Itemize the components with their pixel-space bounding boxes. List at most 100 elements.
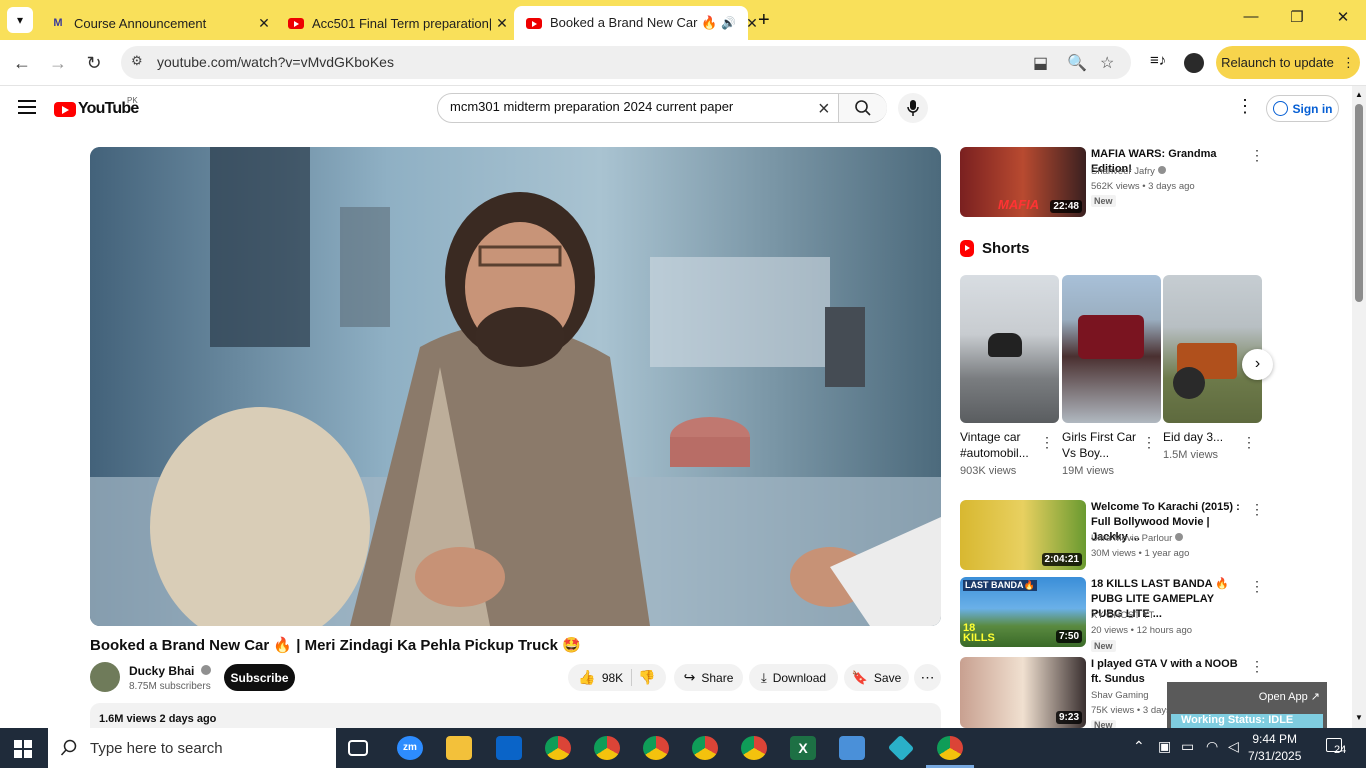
browser-toolbar: ← → ↻ ⚙ youtube.com/watch?v=vMvdGKboKes … — [0, 40, 1366, 86]
zoom-icon[interactable]: 🔍 — [1067, 53, 1087, 73]
new-tab-button[interactable]: + — [758, 9, 770, 32]
sign-in-button[interactable]: Sign in — [1266, 95, 1339, 122]
short-title[interactable]: Girls First Car Vs Boy... — [1062, 429, 1140, 461]
chrome-profile-icon[interactable] — [545, 736, 571, 760]
short-thumbnail[interactable] — [960, 275, 1059, 423]
bookmark-star-icon[interactable]: ☆ — [1100, 53, 1114, 73]
audio-playing-icon[interactable]: 🔊 — [721, 16, 736, 30]
short-options-icon[interactable]: ⋮ — [1040, 434, 1054, 451]
scroll-thumb[interactable] — [1355, 104, 1363, 302]
search-button[interactable] — [838, 94, 887, 122]
minimize-button[interactable]: — — [1228, 8, 1274, 32]
download-icon: ⤓ — [760, 669, 767, 685]
url-text[interactable]: youtube.com/watch?v=vMvdGKboKes — [157, 54, 394, 70]
video-options-icon[interactable]: ⋮ — [1250, 658, 1264, 675]
profile-avatar[interactable] — [1184, 53, 1204, 73]
new-badge: New — [1091, 195, 1116, 207]
windows-start-icon[interactable] — [14, 740, 32, 758]
reload-button[interactable]: ↻ — [81, 50, 107, 76]
search-input[interactable] — [450, 99, 810, 114]
related-video-thumbnail[interactable]: 9:23 — [960, 657, 1086, 728]
related-video-thumbnail[interactable]: MAFIA 22:48 — [960, 147, 1086, 217]
close-icon[interactable]: ✕ — [492, 15, 512, 32]
tab-acc501[interactable]: Acc501 Final Term preparation|| ✕ — [276, 6, 512, 40]
related-video-thumbnail[interactable]: LAST BANDA🔥 18 KILLS 7:50 — [960, 577, 1086, 647]
tab-course-announcement[interactable]: M Course Announcement ✕ — [38, 6, 274, 40]
video-options-icon[interactable]: ⋮ — [1250, 578, 1264, 595]
menu-hamburger-icon[interactable] — [18, 100, 36, 114]
related-video-channel[interactable]: Shav Gaming — [1091, 690, 1149, 701]
zoom-app-icon[interactable]: zm — [397, 736, 423, 760]
excel-icon[interactable]: X — [790, 736, 816, 760]
channel-name[interactable]: Ducky Bhai — [129, 664, 211, 678]
download-button[interactable]: ⤓ Download — [749, 664, 838, 691]
channel-avatar[interactable] — [90, 662, 120, 692]
page-scrollbar[interactable]: ▲ ▼ — [1352, 86, 1366, 728]
taskbar-search-box[interactable]: Type here to search — [48, 728, 336, 768]
install-app-icon[interactable]: ⬓ — [1033, 53, 1048, 73]
volume-icon[interactable]: ◁ — [1228, 738, 1239, 755]
related-video-thumbnail[interactable]: 2:04:21 — [960, 500, 1086, 570]
address-bar[interactable]: ⚙ youtube.com/watch?v=vMvdGKboKes ⬓ 🔍 ☆ — [121, 46, 1131, 79]
open-app-link[interactable]: Open App ↗ — [1259, 690, 1320, 703]
settings-kebab-icon[interactable]: ⋮ — [1236, 96, 1254, 117]
short-title[interactable]: Vintage car #automobil... — [960, 429, 1038, 461]
forward-button[interactable]: → — [45, 50, 71, 76]
video-player[interactable] — [90, 147, 941, 626]
notifications-icon[interactable]: 24 — [1326, 738, 1348, 758]
back-button[interactable]: ← — [9, 50, 35, 76]
wifi-icon[interactable]: ◠ — [1206, 738, 1218, 755]
subscribe-button[interactable]: Subscribe — [224, 664, 295, 691]
close-window-button[interactable]: ✕ — [1320, 8, 1366, 32]
chrome-profile-icon[interactable] — [741, 736, 767, 760]
shorts-title: Shorts — [982, 240, 1030, 257]
media-controls-icon[interactable]: ≡♪ — [1150, 52, 1166, 69]
site-info-icon[interactable]: ⚙ — [131, 53, 143, 69]
relaunch-button[interactable]: Relaunch to update ⋮ — [1216, 46, 1360, 79]
browser-tab-bar: ▾ M Course Announcement ✕ Acc501 Final T… — [0, 0, 1366, 40]
short-thumbnail[interactable] — [1163, 275, 1262, 423]
tab-booked-car[interactable]: Booked a Brand New Car 🔥 🔊 ✕ — [514, 6, 758, 40]
system-clock[interactable]: 9:44 PM 7/31/2025 — [1248, 731, 1301, 765]
battery-icon[interactable]: ▭ — [1181, 738, 1194, 755]
video-options-icon[interactable]: ⋮ — [1250, 147, 1264, 164]
windows-taskbar: Type here to search zm X ⌃ ▣ ▭ ◠ ◁ 9:44 … — [0, 728, 1366, 768]
meet-now-icon[interactable]: ▣ — [1158, 738, 1171, 755]
chrome-profile-icon[interactable] — [692, 736, 718, 760]
thumbs-down-icon[interactable]: 👎 — [638, 669, 655, 686]
short-options-icon[interactable]: ⋮ — [1142, 434, 1156, 451]
share-button[interactable]: ↪ Share — [674, 664, 743, 691]
calculator-icon[interactable] — [839, 736, 865, 760]
save-button[interactable]: 🔖 Save — [844, 664, 909, 691]
scroll-up-arrow-icon[interactable]: ▲ — [1355, 90, 1363, 99]
short-options-icon[interactable]: ⋮ — [1242, 434, 1256, 451]
tab-search-button[interactable]: ▾ — [7, 7, 33, 33]
like-button[interactable]: 👍 98K — [578, 669, 633, 686]
vu-lms-icon: M — [53, 17, 63, 29]
file-explorer-icon[interactable] — [446, 736, 472, 760]
short-title[interactable]: Eid day 3... — [1163, 429, 1241, 445]
shorts-next-arrow-icon[interactable]: › — [1242, 349, 1273, 380]
clear-search-icon[interactable]: × — [818, 98, 830, 121]
maximize-button[interactable]: ❐ — [1274, 8, 1320, 32]
video-options-icon[interactable]: ⋮ — [1250, 501, 1264, 518]
youtube-favicon-icon — [288, 15, 304, 31]
chrome-profile-icon[interactable] — [594, 736, 620, 760]
show-hidden-icons[interactable]: ⌃ — [1133, 738, 1145, 755]
related-video-channel[interactable]: Ultra Movie Parlour — [1091, 533, 1183, 544]
chrome-profile-icon[interactable] — [643, 736, 669, 760]
more-actions-button[interactable]: ⋯ — [914, 664, 941, 691]
short-thumbnail[interactable] — [1062, 275, 1161, 423]
task-view-icon[interactable] — [348, 740, 368, 756]
related-video-channel[interactable]: Shahveer Jafry — [1091, 166, 1166, 177]
kodi-app-icon[interactable] — [887, 734, 915, 762]
related-video-channel[interactable]: XY GHOST YT — [1091, 610, 1154, 621]
close-icon[interactable]: ✕ — [254, 15, 274, 32]
outlook-icon[interactable] — [496, 736, 522, 760]
voice-search-button[interactable] — [898, 93, 928, 123]
channel-text: Ultra Movie Parlour — [1091, 533, 1173, 544]
close-icon[interactable]: ✕ — [746, 15, 758, 32]
scroll-down-arrow-icon[interactable]: ▼ — [1355, 713, 1363, 722]
chrome-active-icon[interactable] — [937, 736, 963, 760]
youtube-logo[interactable]: YouTube PK — [54, 96, 139, 118]
